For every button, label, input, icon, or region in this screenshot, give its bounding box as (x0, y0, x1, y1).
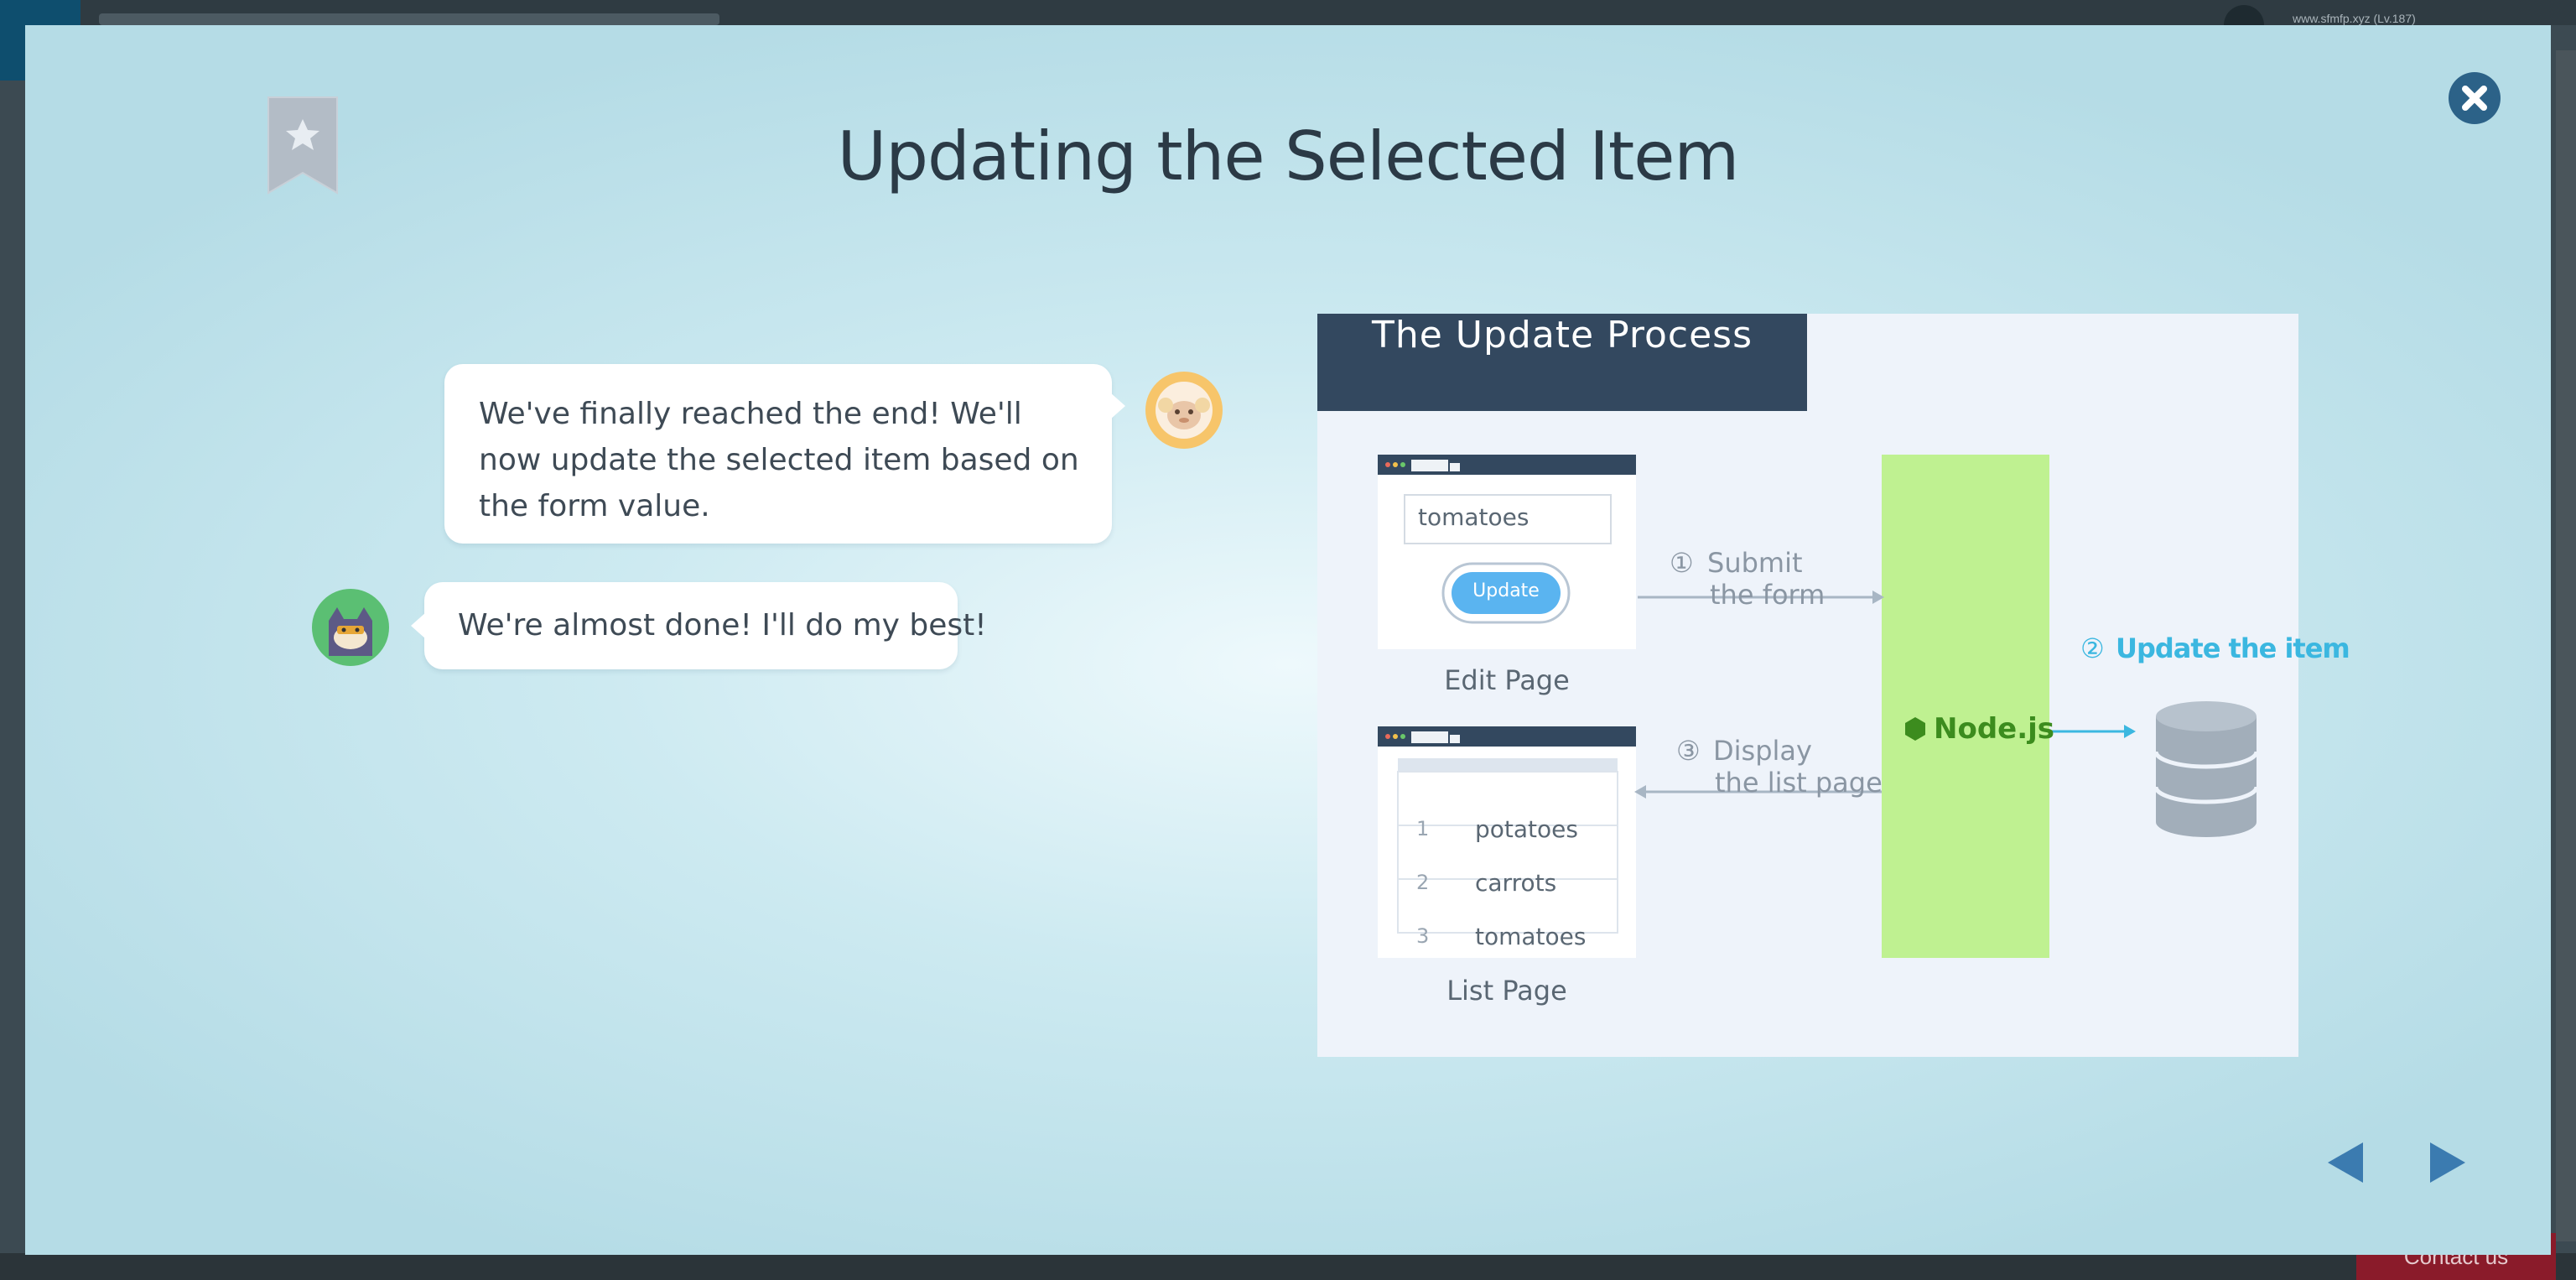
background-search-bar (99, 13, 719, 25)
diagram-header-title: The Update Process (1371, 314, 1753, 356)
diagram-header: The Update Process (1317, 314, 1807, 411)
list-item-number: 1 (1416, 817, 1430, 840)
step1-label-line1: Submit (1707, 547, 1803, 579)
step2-marker: ② (2080, 632, 2105, 664)
background-bottom-bar (0, 1253, 2576, 1280)
list-item-label: potatoes (1475, 815, 1578, 843)
step3-label-line1: Display (1713, 735, 1812, 767)
list-item-number: 2 (1416, 871, 1430, 894)
chat-message-text: We're almost done! I'll do my best! (458, 608, 987, 643)
chat-message-text: We've finally reached the end! We'll now… (479, 397, 1079, 523)
chat-bubble-cat: We're almost done! I'll do my best! (411, 582, 987, 669)
list-item-label: carrots (1475, 869, 1557, 897)
chat-bubble-sheep: We've finally reached the end! We'll now… (444, 364, 1125, 544)
database-icon (2153, 701, 2259, 837)
step3-marker: ③ (1676, 735, 1701, 767)
background-user-name: www.sfmfp.xyz (Lv.187) (2293, 12, 2416, 25)
edit-page-caption: Edit Page (1444, 664, 1570, 696)
edit-input-value: tomatoes (1418, 503, 1530, 531)
sheep-avatar (1145, 372, 1223, 449)
close-icon[interactable] (2449, 72, 2501, 124)
list-item-number: 3 (1416, 924, 1430, 948)
list-item-label: tomatoes (1475, 923, 1587, 950)
update-process-diagram: The Update Process tomatoes Update Edit … (1317, 314, 2350, 1057)
step1-marker: ① (1670, 547, 1694, 579)
slide-title: Updating the Selected Item (837, 117, 1740, 195)
nodejs-label: Node.js (1934, 712, 2055, 746)
previous-arrow-icon[interactable] (2323, 1137, 2370, 1188)
list-page-caption: List Page (1446, 975, 1567, 1007)
background-scrollbar (2556, 50, 2576, 1241)
cat-avatar (312, 589, 389, 666)
step2-label: Update the item (2116, 632, 2350, 664)
update-button: Update (1472, 580, 1540, 601)
step1-label-line2: the form (1710, 579, 1826, 611)
step3-label-line2: the list page (1715, 767, 1883, 799)
next-arrow-icon[interactable] (2423, 1137, 2470, 1188)
lesson-slide-modal: Updating the Selected Item We've finally… (25, 25, 2551, 1255)
